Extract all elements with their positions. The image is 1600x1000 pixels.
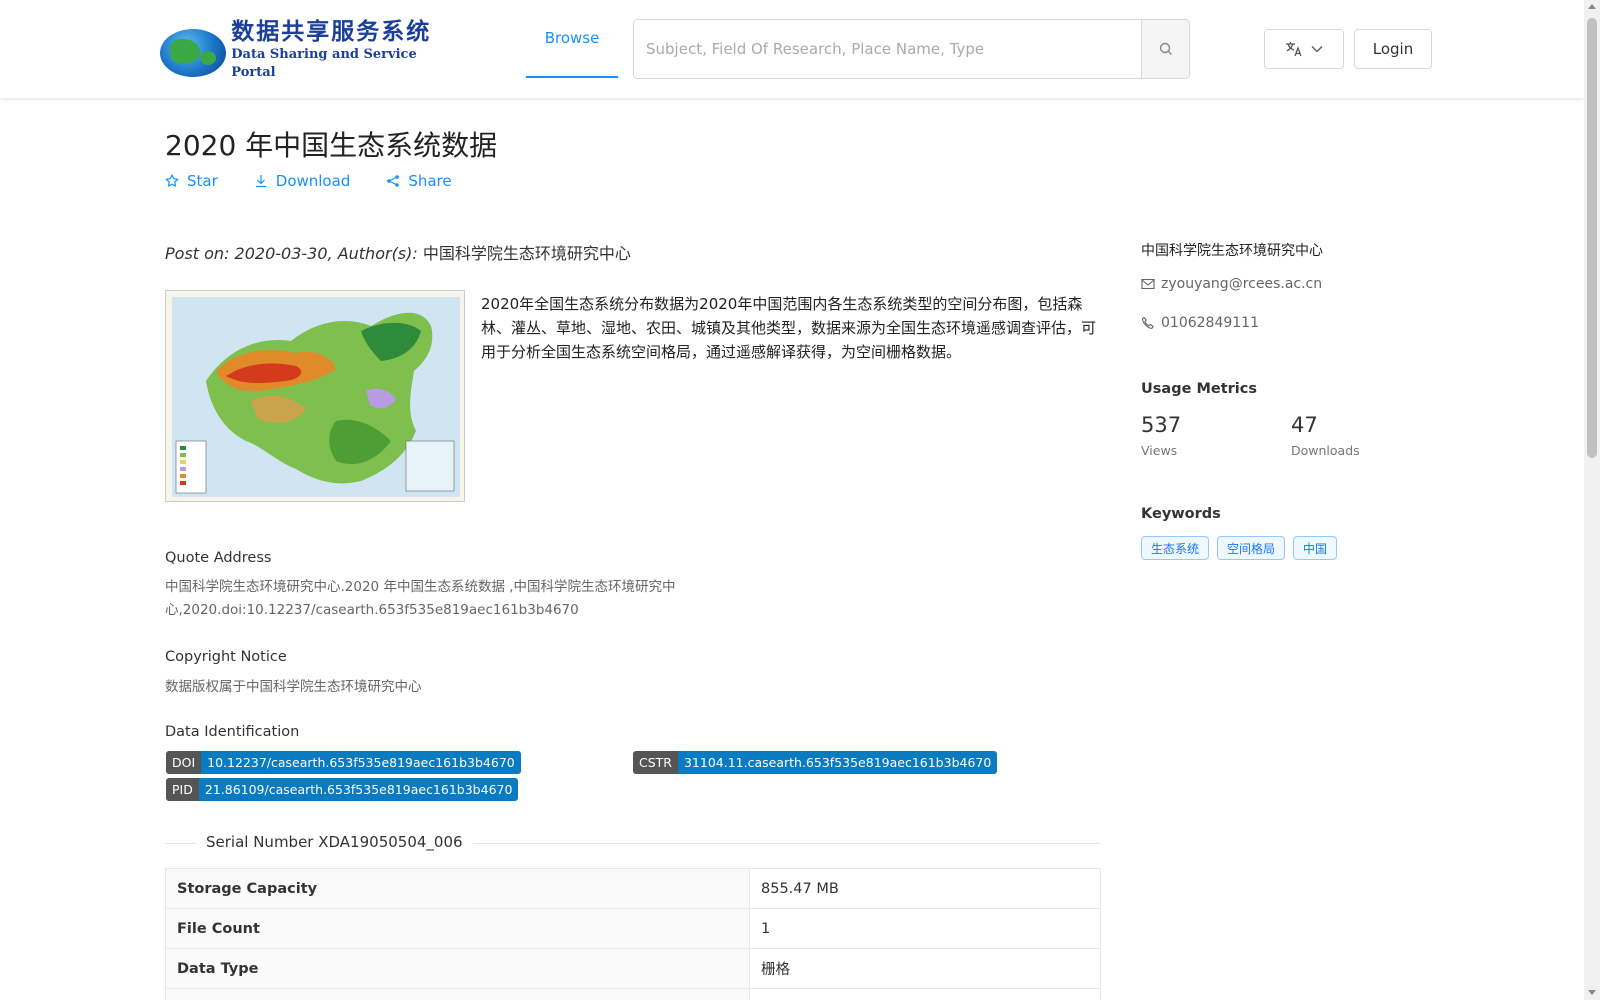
search-input[interactable]: [634, 20, 1141, 78]
site-logo[interactable]: 数据共享服务系统 Data Sharing and Service Portal: [154, 19, 440, 80]
logo-title-cn: 数据共享服务系统: [231, 19, 432, 45]
sidebar-organization: 中国科学院生态环境研究中心: [1141, 243, 1323, 259]
post-date-label: Post on: 2020-03-30, Author(s):: [165, 244, 423, 263]
copyright-text: 数据版权属于中国科学院生态环境研究中心: [165, 679, 422, 695]
pid-value: 21.86109/casearth.653f535e819aec161b3b46…: [198, 778, 519, 801]
page-scrollbar[interactable]: [1584, 0, 1600, 1000]
download-label: Download: [275, 172, 351, 190]
serial-number: Serial Number XDA19050504_006: [196, 833, 473, 851]
keywords-heading: Keywords: [1141, 506, 1221, 522]
share-label: Share: [408, 172, 452, 190]
scroll-down-arrow-icon[interactable]: [1588, 990, 1596, 995]
table-value: 栅格: [749, 948, 1101, 989]
downloads-label: Downloads: [1291, 443, 1360, 458]
keyword-tag[interactable]: 中国: [1293, 536, 1338, 560]
china-ecosystem-map-image: [166, 291, 464, 501]
post-meta: Post on: 2020-03-30, Author(s): 中国科学院生态环…: [165, 240, 631, 264]
doi-tag[interactable]: DOI 10.12237/casearth.653f535e819aec161b…: [166, 751, 521, 774]
table-value: 1: [749, 908, 1101, 949]
keyword-tag[interactable]: 生态系统: [1141, 536, 1210, 560]
mail-icon: [1141, 278, 1155, 290]
share-icon: [387, 175, 400, 187]
language-selector[interactable]: [1264, 29, 1344, 69]
views-label: Views: [1141, 443, 1178, 458]
search-box: [633, 19, 1190, 79]
table-row: [165, 988, 1101, 1000]
downloads-count: 47: [1291, 413, 1318, 437]
star-button[interactable]: Star: [165, 172, 218, 190]
download-button[interactable]: Download: [254, 172, 351, 190]
dataset-description: 2020年全国生态系统分布数据为2020年中国范围内各生态系统类型的空间分布图，…: [481, 295, 1097, 361]
dataset-thumbnail-map[interactable]: [165, 290, 465, 502]
share-button[interactable]: Share: [386, 172, 452, 190]
email-text: zyouyang@rcees.ac.cn: [1161, 276, 1323, 292]
pid-key: PID: [166, 778, 199, 801]
identification-heading: Data Identification: [165, 724, 300, 740]
translate-icon: [1286, 42, 1302, 57]
scroll-thumb[interactable]: [1587, 18, 1597, 458]
table-value: [749, 988, 1101, 1000]
phone-icon: [1141, 316, 1154, 329]
pid-tag[interactable]: PID 21.86109/casearth.653f535e819aec161b…: [166, 778, 519, 801]
views-count: 537: [1141, 413, 1182, 437]
table-key: Storage Capacity: [165, 868, 750, 909]
chevron-down-icon: [1311, 46, 1323, 53]
dataset-actions: Star Download Share: [165, 172, 452, 190]
doi-value: 10.12237/casearth.653f535e819aec161b3b46…: [201, 751, 521, 774]
logo-title-en: Data Sharing and Service Portal: [231, 47, 417, 80]
quote-text: 中国科学院生态环境研究中心.2020 年中国生态系统数据 ,中国科学院生态环境研…: [165, 579, 676, 618]
download-icon: [255, 175, 266, 188]
quote-heading: Quote Address: [165, 550, 272, 566]
cstr-key: CSTR: [633, 751, 678, 774]
top-header: 数据共享服务系统 Data Sharing and Service Portal…: [0, 0, 1584, 98]
scroll-up-arrow-icon[interactable]: [1588, 4, 1596, 9]
nav-browse[interactable]: Browse: [526, 0, 618, 78]
keyword-tag[interactable]: 空间格局: [1217, 536, 1286, 560]
table-key: Data Type: [165, 948, 750, 989]
star-label: Star: [187, 172, 218, 190]
login-button[interactable]: Login: [1354, 29, 1432, 69]
table-row: Storage Capacity 855.47 MB: [165, 868, 1101, 909]
search-icon: [1159, 42, 1172, 55]
phone-text: 01062849111: [1161, 315, 1259, 331]
search-button[interactable]: [1141, 20, 1189, 78]
copyright-heading: Copyright Notice: [165, 649, 287, 665]
sidebar-phone: 01062849111: [1141, 315, 1259, 331]
sidebar-email[interactable]: zyouyang@rcees.ac.cn: [1141, 276, 1322, 292]
table-row: Data Type 栅格: [165, 948, 1101, 989]
cstr-value: 31104.11.casearth.653f535e819aec161b3b46…: [677, 751, 998, 774]
post-author: 中国科学院生态环境研究中心: [422, 244, 631, 263]
table-row: File Count 1: [165, 908, 1101, 949]
usage-metrics-heading: Usage Metrics: [1141, 381, 1257, 397]
table-value: 855.47 MB: [749, 868, 1101, 909]
table-key: File Count: [165, 908, 750, 949]
globe-logo-icon: [154, 21, 226, 79]
page-title: 2020 年中国生态系统数据: [165, 129, 498, 162]
cstr-tag[interactable]: CSTR 31104.11.casearth.653f535e819aec161…: [633, 751, 998, 774]
dataset-info-table: Storage Capacity 855.47 MB File Count 1 …: [165, 868, 1101, 1000]
table-key: [165, 988, 750, 1000]
doi-key: DOI: [166, 751, 202, 774]
star-icon: [165, 174, 179, 187]
